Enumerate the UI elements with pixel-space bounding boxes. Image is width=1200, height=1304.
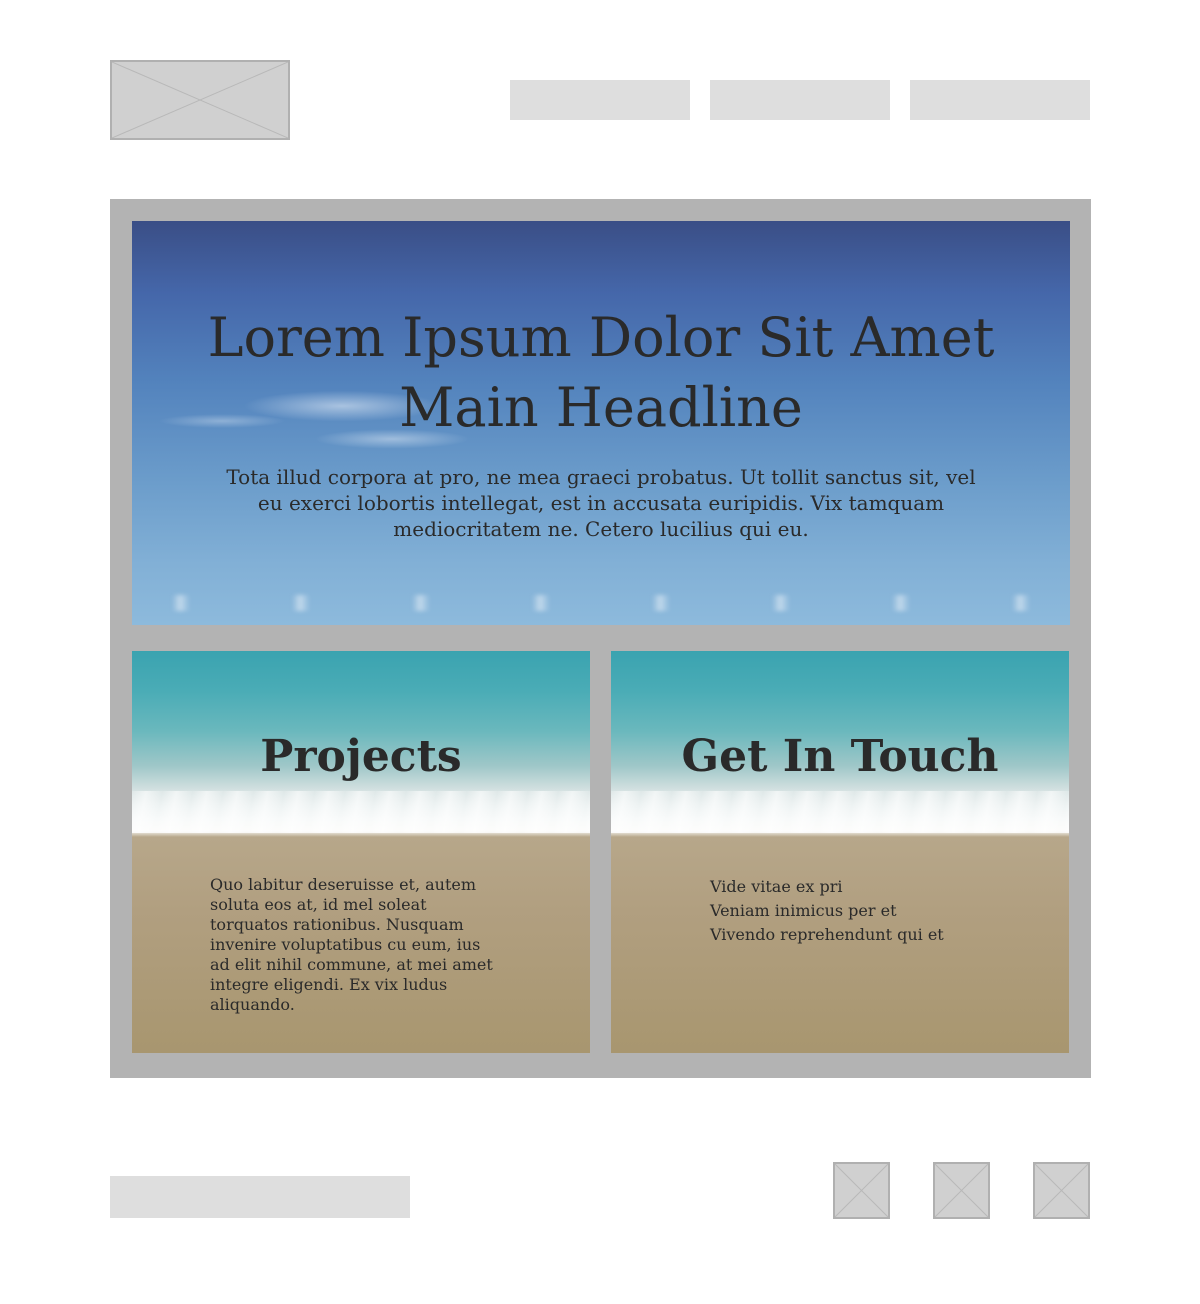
contact-line: Vide vitae ex pri [710,877,843,896]
contact-title: Get In Touch [681,731,999,782]
page: Lorem Ipsum Dolor Sit Amet Main Headline… [0,0,1200,1304]
nav-item-1[interactable] [510,80,690,120]
logo-placeholder[interactable] [110,60,290,140]
contact-line: Veniam inimicus per et [710,901,897,920]
contact-card[interactable]: Get In Touch Vide vitae ex pri Veniam in… [611,651,1069,1053]
social-link-3[interactable] [1033,1162,1090,1219]
hero-banner: Lorem Ipsum Dolor Sit Amet Main Headline… [132,221,1070,625]
nav-item-2[interactable] [710,80,890,120]
image-placeholder-icon [935,1164,988,1217]
horizon-clouds [132,595,1070,611]
image-placeholder-icon [1035,1164,1088,1217]
projects-card[interactable]: Projects Quo labitur deseruisse et, aute… [132,651,590,1053]
footer-text-placeholder [110,1176,410,1218]
hero-headline-line2: Main Headline [399,376,803,439]
hero-headline-line1: Lorem Ipsum Dolor Sit Amet [207,306,995,369]
nav-item-3[interactable] [910,80,1090,120]
hero-body-text: Tota illud corpora at pro, ne mea graeci… [226,465,976,541]
social-link-1[interactable] [833,1162,890,1219]
contact-lines: Vide vitae ex pri Veniam inimicus per et… [710,875,1010,947]
image-placeholder-icon [112,62,288,138]
image-placeholder-icon [835,1164,888,1217]
contact-line: Vivendo reprehendunt qui et [710,925,944,944]
projects-title: Projects [260,731,462,782]
projects-body-text: Quo labitur deseruisse et, autem soluta … [210,875,493,1014]
wave-foam [611,791,1069,833]
hero-headline: Lorem Ipsum Dolor Sit Amet Main Headline [132,303,1070,443]
social-link-2[interactable] [933,1162,990,1219]
wave-foam [132,791,590,833]
